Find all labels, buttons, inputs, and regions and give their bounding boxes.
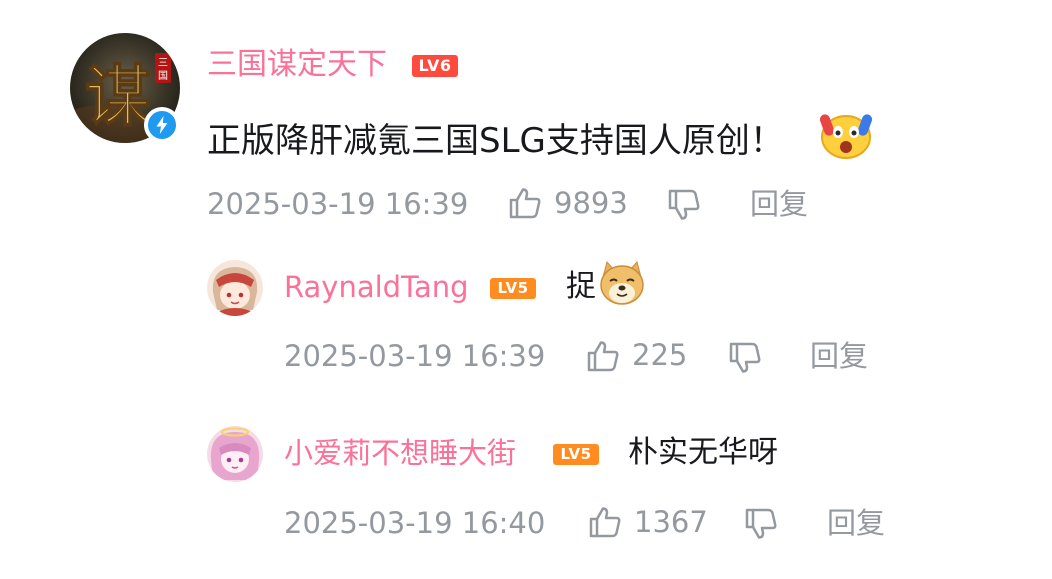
avatar-char: 谋 [85,57,151,135]
timestamp: 2025-03-19 16:40 [284,506,546,540]
comment-text: 捉 [566,272,596,302]
comment-text-body: 捉 [566,269,596,304]
comment-text-body: 正版降肝减氪三国SLG支持国人原创！ [207,121,784,161]
thumbs-up-icon[interactable] [508,187,542,219]
avatar[interactable] [207,426,263,482]
username[interactable]: 小爱莉不想睡大街 [284,439,516,468]
like-count: 1367 [634,505,708,539]
reply-button[interactable]: 回复 [750,190,808,219]
thumbs-up-icon[interactable] [586,340,620,372]
level-badge: LV5 [490,278,536,299]
level-badge: LV5 [553,444,599,465]
timestamp: 2025-03-19 16:39 [207,187,469,221]
comment-text: 朴实无华呀 [628,438,778,468]
reply-button[interactable]: 回复 [810,342,868,371]
comment-section: 谋 三 国 三国谋定天下 LV6 正版降肝减氪三国SLG支持国人原创！ 2025… [0,0,1052,579]
thumbs-down-icon[interactable] [667,189,701,221]
level-badge: LV6 [412,55,458,77]
lightning-icon [156,116,168,134]
timestamp: 2025-03-19 16:39 [284,339,546,373]
verified-badge [144,107,180,143]
reply-button[interactable]: 回复 [827,509,885,538]
like-count: 225 [632,338,688,372]
thumbs-down-icon[interactable] [728,342,762,374]
username[interactable]: 三国谋定天下 [207,50,387,80]
avatar[interactable]: 谋 三 国 [70,33,180,143]
svg-text:国: 国 [158,70,168,82]
avatar[interactable] [207,260,263,316]
avatar-image [207,426,263,482]
comment-text-body: 朴实无华呀 [628,435,778,470]
like-count: 9893 [554,186,628,220]
shocked-face-emoji [818,110,874,164]
thumbs-down-icon[interactable] [744,508,778,540]
username[interactable]: RaynaldTang [284,273,469,302]
thumbs-up-icon[interactable] [588,506,622,538]
svg-text:三: 三 [158,58,168,69]
comment-text: 正版降肝减氪三国SLG支持国人原创！ [207,124,784,158]
doge-emoji [598,260,646,310]
avatar-image [207,260,263,316]
